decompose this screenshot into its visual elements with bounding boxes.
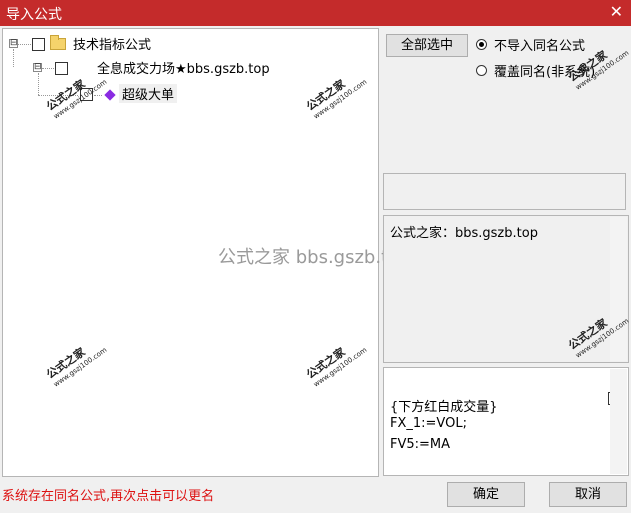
cancel-button[interactable]: 取消 [549, 482, 627, 507]
child-checkbox[interactable] [55, 62, 68, 75]
window-title: 导入公式 [6, 7, 62, 23]
tree-connector [13, 49, 14, 67]
tree-connector [18, 44, 31, 45]
title-bar: 导入公式 ✕ [0, 0, 631, 26]
watermark-tile: 公式之家 www.gszj100.com [304, 77, 369, 121]
info-scrollbar[interactable] [610, 217, 627, 361]
code-line: FV5:=MA [390, 437, 451, 452]
radio-skip-label[interactable]: 不导入同名公式 [494, 35, 585, 54]
formula-gem-icon [104, 89, 116, 101]
folder-icon [50, 35, 66, 50]
code-line: FX_1:=VOL; [390, 416, 467, 431]
watermark-tile: 公式之家 www.gszj100.com [44, 77, 109, 121]
code-line: {下方红白成交量} [390, 400, 498, 415]
radio-overwrite[interactable] [476, 65, 487, 76]
watermark-tile: 公式之家 www.gszj100.com [44, 345, 109, 389]
tree-connector [38, 73, 39, 95]
tree-connector [42, 68, 54, 69]
watermark-tile: 公式之家 www.gszj100.com [304, 345, 369, 389]
blank-panel [383, 173, 626, 210]
center-watermark: 公式之家 bbs.gszb.top [218, 247, 411, 268]
close-icon[interactable]: ✕ [610, 3, 623, 21]
select-all-button[interactable]: 全部选中 [386, 34, 468, 57]
code-scrollbar[interactable] [610, 369, 627, 474]
radio-skip-same-name[interactable] [476, 39, 487, 50]
tree-leaf-label[interactable]: 超级大单 [119, 84, 178, 103]
tree-child-label[interactable]: 全息成交力场★bbs.gszb.top [97, 58, 270, 77]
tree-connector [94, 95, 102, 96]
info-text: 公式之家：bbs.gszb.top [390, 226, 538, 241]
formula-code-panel[interactable]: {下方红白成交量} FX_1:=VOL; FV5:=MA [383, 367, 629, 476]
status-message: 系统存在同名公式,再次点击可以更名 [2, 489, 215, 504]
tree-root-label[interactable]: 技术指标公式 [73, 34, 151, 53]
root-checkbox[interactable] [32, 38, 45, 51]
root-collapse-icon[interactable]: ⊟ [9, 39, 18, 48]
child-collapse-icon[interactable]: ⊟ [33, 63, 42, 72]
ok-button[interactable]: 确定 [447, 482, 525, 507]
